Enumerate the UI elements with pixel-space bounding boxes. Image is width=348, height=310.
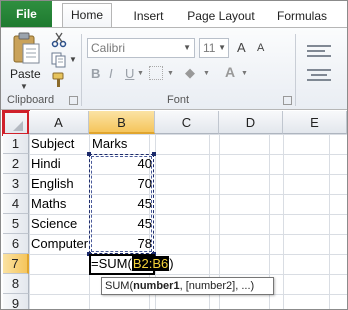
- cell-a6[interactable]: Computer: [31, 234, 88, 254]
- tab-formulas[interactable]: Formulas: [267, 5, 337, 27]
- tooltip-rest: , [number2], ...): [179, 280, 255, 292]
- fill-color-icon[interactable]: ◆: [185, 65, 195, 81]
- row-header-8[interactable]: 8: [3, 274, 29, 294]
- chevron-down-icon: ▼: [218, 43, 226, 52]
- select-all-highlight: [2, 110, 30, 136]
- tooltip-prefix: SUM(: [105, 280, 134, 292]
- paste-dropdown-icon[interactable]: ▼: [20, 82, 28, 91]
- formula-prefix: =SUM(: [91, 256, 132, 271]
- formula-suffix: ): [169, 256, 174, 271]
- group-divider: [295, 34, 296, 106]
- row-header-6[interactable]: 6: [3, 234, 29, 254]
- range-handle[interactable]: [87, 152, 91, 156]
- chevron-down-icon[interactable]: ▼: [203, 70, 210, 77]
- clipboard-launcher-icon[interactable]: [69, 96, 78, 105]
- underline-button[interactable]: U: [125, 66, 134, 81]
- column-header-c[interactable]: C: [155, 111, 219, 134]
- scissors-icon[interactable]: [51, 32, 67, 48]
- cell-a2[interactable]: Hindi: [31, 154, 61, 174]
- gridline: [283, 134, 284, 309]
- cell-a5[interactable]: Science: [31, 214, 77, 234]
- tab-page-layout[interactable]: Page Layout: [181, 5, 261, 27]
- row-header-1[interactable]: 1: [3, 134, 29, 154]
- grow-font-icon[interactable]: A: [237, 40, 246, 55]
- italic-button[interactable]: I: [109, 66, 113, 81]
- ribbon-tab-bar: File Home Insert Page Layout Formulas: [1, 1, 347, 28]
- column-header-e[interactable]: E: [283, 111, 347, 134]
- font-size-select[interactable]: 11 ▼: [199, 38, 229, 58]
- font-launcher-icon[interactable]: [283, 96, 292, 105]
- font-name-select[interactable]: Calibri ▼: [87, 38, 195, 58]
- clipboard-group-label: Clipboard: [7, 94, 55, 106]
- column-header-a[interactable]: A: [29, 111, 89, 134]
- ribbon: Paste ▼ ▼ Clipboard Calibri ▼ 11 ▼ A A B…: [1, 27, 347, 110]
- copy-icon[interactable]: [51, 52, 67, 68]
- cell-b1[interactable]: Marks: [92, 134, 127, 154]
- font-size-value: 11: [203, 41, 216, 55]
- tooltip-current-arg[interactable]: number1: [133, 280, 179, 292]
- cell-a3[interactable]: English: [31, 174, 74, 194]
- tab-home[interactable]: Home: [62, 3, 112, 28]
- borders-icon[interactable]: [149, 66, 163, 80]
- cell-a1[interactable]: Subject: [31, 134, 74, 154]
- shrink-font-icon[interactable]: A: [257, 42, 264, 54]
- alignment-icon[interactable]: [301, 38, 341, 88]
- clipboard-paste-icon[interactable]: [11, 32, 41, 64]
- row-header-3[interactable]: 3: [3, 174, 29, 194]
- row-header-9[interactable]: 9: [3, 294, 29, 309]
- copy-dropdown-icon[interactable]: ▼: [69, 55, 77, 64]
- tab-file[interactable]: File: [1, 1, 52, 27]
- range-handle[interactable]: [152, 152, 156, 156]
- tab-insert[interactable]: Insert: [121, 5, 176, 27]
- range-selection-marquee: [89, 154, 154, 254]
- font-color-icon[interactable]: A: [225, 64, 235, 80]
- font-group-label: Font: [167, 94, 190, 106]
- formula-range-ref: B2:B6: [131, 256, 170, 271]
- font-name-value: Calibri: [91, 41, 126, 55]
- paste-button-label[interactable]: Paste: [10, 67, 41, 81]
- chevron-down-icon[interactable]: ▼: [137, 70, 144, 77]
- row-header-2[interactable]: 2: [3, 154, 29, 174]
- chevron-down-icon[interactable]: ▼: [167, 70, 174, 77]
- row-header-4[interactable]: 4: [3, 194, 29, 214]
- chevron-down-icon[interactable]: ▼: [241, 70, 248, 77]
- column-header-d[interactable]: D: [219, 111, 283, 134]
- chevron-down-icon: ▼: [183, 43, 191, 52]
- cell-a4[interactable]: Maths: [31, 194, 66, 214]
- bold-button[interactable]: B: [91, 66, 100, 81]
- cell-formula-editor[interactable]: =SUM(B2:B6): [91, 255, 174, 273]
- row-header-7[interactable]: 7: [3, 254, 29, 274]
- group-divider: [81, 34, 82, 106]
- excel-window: File Home Insert Page Layout Formulas Pa…: [0, 0, 348, 310]
- column-header-b[interactable]: B: [89, 111, 155, 134]
- function-argument-tooltip: SUM(number1, [number2], ...): [101, 277, 274, 295]
- paintbrush-icon[interactable]: [51, 72, 67, 88]
- row-header-5[interactable]: 5: [3, 214, 29, 234]
